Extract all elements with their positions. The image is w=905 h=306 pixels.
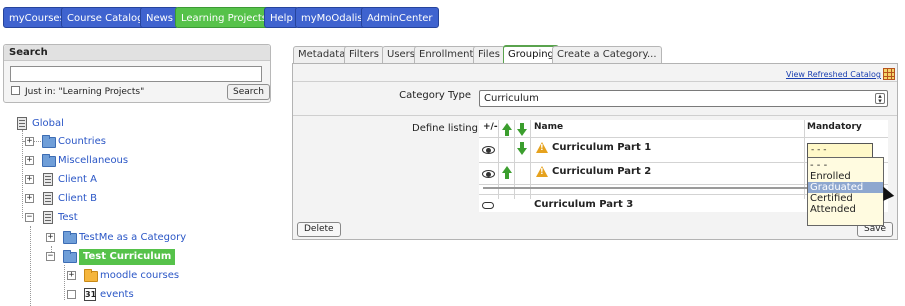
search-button[interactable]: Search: [227, 84, 270, 100]
move-up-icon[interactable]: [502, 123, 513, 136]
expand-icon[interactable]: +: [25, 156, 34, 165]
folder-icon: [63, 250, 77, 263]
nav-admincenter[interactable]: AdminCenter: [361, 7, 439, 28]
tree-label[interactable]: Global: [32, 116, 64, 132]
grouping-panel: View Refreshed Catalog Category Type Cur…: [292, 63, 898, 240]
folder-icon: [42, 154, 56, 167]
warning-icon: [536, 142, 548, 153]
category-type-value: Curriculum: [484, 93, 539, 104]
tree-line: [22, 130, 23, 218]
define-listing-label: Define listing: [412, 123, 478, 134]
tab-filters[interactable]: Filters: [344, 46, 384, 64]
just-in-label: Just in: "Learning Projects": [25, 87, 145, 97]
tree-label[interactable]: Test: [58, 210, 78, 226]
collapse-icon[interactable]: −: [25, 213, 34, 222]
col-name: Name: [534, 122, 564, 132]
cloud-icon[interactable]: [482, 202, 494, 209]
document-icon: [43, 173, 53, 186]
nav-news[interactable]: News: [140, 7, 180, 28]
search-input[interactable]: [10, 66, 262, 82]
nav-course-catalog[interactable]: Course Catalog: [61, 7, 150, 28]
tree-label[interactable]: TestMe as a Category: [79, 230, 186, 246]
visibility-eye-icon[interactable]: [482, 170, 495, 178]
tree-label[interactable]: events: [100, 287, 134, 303]
divider: [293, 81, 897, 82]
search-panel: Search Just in: "Learning Projects" Sear…: [3, 44, 271, 103]
tree-label[interactable]: Client A: [58, 172, 97, 188]
nav-mymoodalis[interactable]: myMoOdalis: [295, 7, 369, 28]
expand-icon[interactable]: [67, 290, 76, 299]
option-attended[interactable]: Attended: [808, 204, 883, 215]
just-in-checkbox[interactable]: [11, 86, 20, 95]
tab-enrollment[interactable]: Enrollment: [414, 46, 479, 64]
folder-icon: [63, 231, 77, 244]
document-icon: [17, 117, 27, 130]
option-graduated[interactable]: Graduated: [808, 182, 883, 193]
mandatory-select[interactable]: - - -: [807, 143, 873, 158]
move-up-icon[interactable]: [502, 166, 513, 179]
tab-create-category[interactable]: Create a Category...: [552, 46, 662, 64]
category-type-label: Category Type: [399, 90, 471, 101]
tree-label[interactable]: Client B: [58, 191, 97, 207]
visibility-eye-icon[interactable]: [482, 146, 495, 154]
mandatory-options-list: - - - Enrolled Graduated Certified Atten…: [807, 157, 884, 226]
search-title: Search: [4, 45, 270, 61]
catalog-grid-icon[interactable]: [883, 68, 895, 80]
category-type-select[interactable]: Curriculum ▴ ▾: [479, 90, 888, 107]
nav-help[interactable]: Help: [264, 7, 299, 28]
divider: [293, 115, 897, 116]
col-mandatory: Mandatory: [807, 122, 862, 132]
expand-icon[interactable]: +: [25, 137, 34, 146]
collapse-icon[interactable]: −: [46, 252, 55, 261]
delete-button[interactable]: Delete: [297, 222, 341, 237]
tree-label[interactable]: moodle courses: [100, 268, 179, 284]
tab-files[interactable]: Files: [473, 46, 505, 64]
tab-metadata[interactable]: Metadata: [293, 46, 351, 64]
folder-icon: [42, 135, 56, 148]
item-name: Curriculum Part 1: [552, 142, 652, 153]
item-name: Curriculum Part 3: [534, 199, 634, 210]
document-icon: [43, 211, 53, 224]
option-none[interactable]: - - -: [808, 160, 883, 171]
tab-grouping[interactable]: Grouping: [503, 45, 559, 64]
move-down-icon[interactable]: [517, 123, 528, 136]
expand-icon[interactable]: +: [46, 233, 55, 242]
tree-line: [30, 226, 31, 306]
expand-icon[interactable]: +: [25, 175, 34, 184]
expand-icon[interactable]: +: [67, 271, 76, 280]
warning-icon: [536, 166, 548, 177]
nav-learning-projects[interactable]: Learning Projects: [175, 7, 274, 28]
folder-icon: [84, 269, 98, 282]
select-arrows-icon: ▴ ▾: [875, 93, 885, 105]
tree-label[interactable]: Miscellaneous: [58, 153, 128, 169]
item-name: Curriculum Part 2: [552, 166, 652, 177]
tree-label[interactable]: Test Curriculum: [79, 249, 176, 265]
event-icon: 31: [84, 288, 97, 301]
group-separator: [483, 187, 808, 189]
document-icon: [43, 192, 53, 205]
tree-label[interactable]: Countries: [58, 134, 106, 150]
col-plusminus: +/-: [483, 122, 498, 132]
move-down-icon[interactable]: [517, 142, 528, 155]
view-refreshed-catalog-link[interactable]: View Refreshed Catalog: [786, 70, 881, 79]
option-enrolled[interactable]: Enrolled: [808, 171, 883, 182]
option-certified[interactable]: Certified: [808, 193, 883, 204]
expand-icon[interactable]: +: [25, 194, 34, 203]
tree-line: [64, 265, 65, 300]
